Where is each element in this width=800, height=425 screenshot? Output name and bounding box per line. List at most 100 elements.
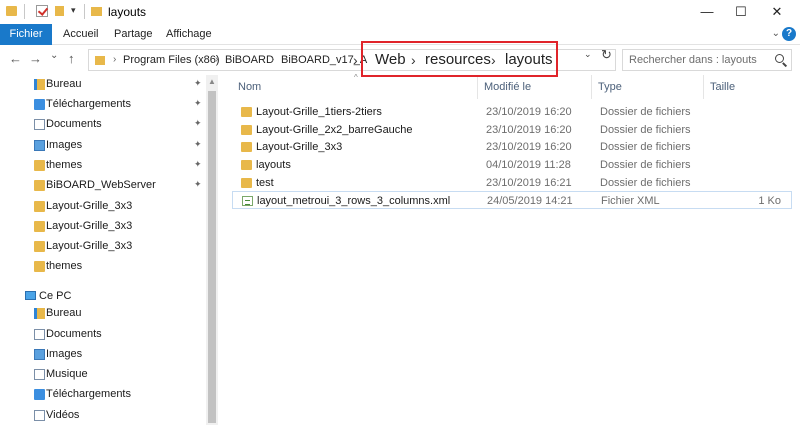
images-icon	[34, 140, 45, 151]
sidebar-item-telechargements[interactable]: Téléchargements ✦	[0, 95, 204, 115]
search-icon[interactable]	[775, 54, 784, 63]
folder-icon	[34, 261, 45, 272]
breadcrumb-separator: ›	[271, 54, 275, 65]
sidebar-item-layout-grille[interactable]: Layout-Grille_3x3	[0, 197, 204, 217]
pin-icon[interactable]: ✦	[194, 98, 202, 109]
file-size: 1 Ko	[758, 195, 781, 207]
scroll-up-icon[interactable]: ▲	[208, 77, 216, 86]
help-icon[interactable]: ?	[782, 27, 796, 41]
scrollbar-thumb[interactable]	[208, 91, 216, 423]
chevron-down-icon[interactable]: ⌄	[772, 28, 780, 39]
folder-icon	[6, 6, 17, 16]
column-header-label: Nom	[238, 81, 262, 93]
navigation-pane: Bureau ✦ Téléchargements ✦ Documents ✦ I…	[0, 75, 218, 425]
column-header-size[interactable]: Taille	[704, 75, 792, 99]
properties-icon[interactable]	[36, 5, 48, 17]
pin-icon[interactable]: ✦	[194, 139, 202, 150]
folder-icon	[241, 178, 252, 188]
column-header-type[interactable]: Type	[592, 75, 704, 99]
file-name: layout_metroui_3_rows_3_columns.xml	[257, 195, 451, 207]
quick-access-dropdown-icon[interactable]: ▾	[71, 5, 76, 16]
sidebar-item-label: themes	[46, 260, 83, 272]
sidebar-item-themes[interactable]: themes	[0, 257, 204, 277]
folder-icon	[241, 142, 252, 152]
file-name: Layout-Grille_3x3	[256, 141, 343, 153]
refresh-icon[interactable]: ↻	[601, 47, 612, 63]
pin-icon[interactable]: ✦	[194, 78, 202, 89]
pin-icon[interactable]: ✦	[194, 179, 202, 190]
sidebar-item-label: Bureau	[46, 307, 82, 319]
tab-partage[interactable]: Partage	[106, 24, 161, 45]
sidebar-item-label: Musique	[46, 368, 88, 380]
file-list: Nom ^ Modifié le Type Taille Layout-Gril…	[232, 73, 800, 425]
documents-icon	[34, 329, 45, 340]
sidebar-item-label: BiBOARD_WebServer	[46, 179, 156, 191]
table-row[interactable]: Layout-Grille_1tiers-2tiers 23/10/2019 1…	[232, 103, 792, 121]
folder-icon	[34, 180, 45, 191]
sidebar-item-images[interactable]: Images	[0, 345, 204, 365]
folder-icon	[95, 56, 105, 65]
sidebar-item-label: themes	[46, 159, 83, 171]
folder-icon	[34, 241, 45, 252]
downloads-icon	[34, 99, 45, 110]
file-modified: 23/10/2019 16:21	[486, 177, 572, 189]
sidebar-item-bureau[interactable]: Bureau	[0, 304, 204, 324]
sidebar-item-layout-grille[interactable]: Layout-Grille_3x3	[0, 217, 204, 237]
file-type: Dossier de fichiers	[600, 177, 691, 189]
file-modified: 23/10/2019 16:20	[486, 124, 572, 136]
sidebar-item-videos[interactable]: Vidéos	[0, 406, 204, 425]
new-folder-icon[interactable]	[55, 6, 64, 16]
divider	[24, 4, 25, 19]
sidebar-item-label: Documents	[46, 328, 102, 340]
sidebar-scrollbar[interactable]: ▲	[206, 75, 218, 425]
sidebar-item-layout-grille[interactable]: Layout-Grille_3x3	[0, 237, 204, 257]
column-header-name[interactable]: Nom ^	[232, 73, 478, 99]
tab-accueil[interactable]: Accueil	[55, 24, 106, 45]
up-button[interactable]: ↑	[68, 51, 75, 66]
sidebar-item-label: Images	[46, 348, 83, 360]
tab-fichier[interactable]: Fichier	[0, 24, 52, 45]
sort-arrow-icon: ^	[354, 73, 358, 82]
search-box[interactable]: Rechercher dans : layouts	[622, 49, 792, 71]
address-dropdown-icon[interactable]: ⌄	[584, 49, 592, 60]
table-row[interactable]: Layout-Grille_3x3 23/10/2019 16:20 Dossi…	[232, 138, 792, 156]
sidebar-item-telechargements[interactable]: Téléchargements	[0, 385, 204, 405]
table-row[interactable]: layout_metroui_3_rows_3_columns.xml 24/0…	[232, 191, 792, 209]
breadcrumb-biboard[interactable]: BiBOARD	[225, 54, 274, 66]
table-row[interactable]: test 23/10/2019 16:21 Dossier de fichier…	[232, 174, 792, 192]
pin-icon[interactable]: ✦	[194, 118, 202, 129]
column-header-label: Modifié le	[484, 81, 532, 93]
table-row[interactable]: layouts 04/10/2019 11:28 Dossier de fich…	[232, 156, 792, 174]
sidebar-item-bureau[interactable]: Bureau ✦	[0, 75, 204, 95]
sidebar-item-themes[interactable]: themes ✦	[0, 156, 204, 176]
sidebar-item-musique[interactable]: Musique	[0, 365, 204, 385]
sidebar-item-label: Layout-Grille_3x3	[46, 240, 133, 252]
minimize-button[interactable]: —	[690, 0, 724, 24]
file-type: Dossier de fichiers	[600, 159, 691, 171]
breadcrumb-separator: ›	[113, 54, 117, 65]
breadcrumb-program-files[interactable]: Program Files (x86)	[123, 54, 220, 66]
sidebar-item-documents[interactable]: Documents ✦	[0, 115, 204, 135]
maximize-button[interactable]: ☐	[724, 0, 758, 24]
column-header-modified[interactable]: Modifié le	[478, 75, 592, 99]
file-type: Dossier de fichiers	[600, 106, 691, 118]
table-row[interactable]: Layout-Grille_2x2_barreGauche 23/10/2019…	[232, 121, 792, 139]
close-button[interactable]: ✕	[760, 0, 794, 24]
file-name: Layout-Grille_2x2_barreGauche	[256, 124, 413, 136]
sidebar-item-biboard-webserver[interactable]: BiBOARD_WebServer ✦	[0, 176, 204, 196]
sidebar-item-label: Layout-Grille_3x3	[46, 220, 133, 232]
file-modified: 23/10/2019 16:20	[486, 106, 572, 118]
sidebar-item-documents[interactable]: Documents	[0, 325, 204, 345]
sidebar-item-label: Bureau	[46, 78, 82, 90]
forward-button[interactable]: →	[29, 51, 42, 66]
tab-affichage[interactable]: Affichage	[158, 24, 220, 45]
recent-locations-dropdown[interactable]: ⌄	[50, 50, 58, 61]
documents-icon	[34, 119, 45, 130]
sidebar-item-images[interactable]: Images ✦	[0, 136, 204, 156]
title-bar: ▾ layouts — ☐ ✕	[0, 0, 800, 24]
videos-icon	[34, 410, 45, 421]
pin-icon[interactable]: ✦	[194, 159, 202, 170]
desktop-folder-icon	[34, 308, 45, 319]
back-button[interactable]: ←	[9, 51, 22, 66]
file-modified: 23/10/2019 16:20	[486, 141, 572, 153]
